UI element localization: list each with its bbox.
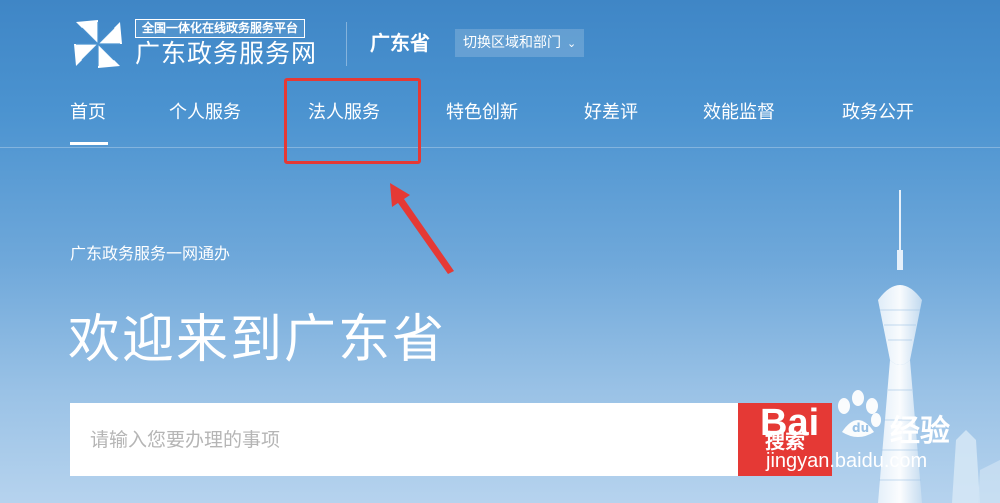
baidu-jingyan-watermark: Bai du 经验 jingyan.baidu.com [760, 388, 992, 484]
nav-item-home[interactable]: 首页 [70, 100, 106, 126]
nav-item-featured-innovation[interactable]: 特色创新 [446, 100, 518, 126]
current-province: 广东省 [370, 31, 430, 55]
nav-active-indicator [70, 142, 108, 145]
nav-item-personal-service[interactable]: 个人服务 [169, 100, 241, 126]
nav-item-government-affairs-open[interactable]: 政务公开 [842, 100, 914, 126]
site-name[interactable]: 广东政务服务网 [135, 38, 317, 70]
nav-divider [0, 147, 1000, 148]
main-nav: 首页 个人服务 法人服务 特色创新 好差评 效能监督 政务公开 [0, 90, 1000, 148]
hero-welcome-title: 欢迎来到广东省 [68, 310, 447, 370]
hero-subtitle: 广东政务服务一网通办 [70, 244, 231, 263]
svg-text:du: du [852, 421, 869, 435]
switch-region-button[interactable]: 切换区域和部门 ⌄ [455, 29, 585, 57]
search-input[interactable] [70, 403, 738, 476]
watermark-brand-left: Bai [760, 402, 820, 444]
watermark-brand-right: 经验 [890, 414, 950, 449]
annotation-arrow-icon [390, 183, 454, 274]
pinwheel-logo-icon [74, 20, 122, 68]
nav-item-efficiency-supervision[interactable]: 效能监督 [703, 100, 775, 126]
watermark-url: jingyan.baidu.com [766, 450, 928, 472]
baidu-paw-icon: du [838, 390, 881, 437]
switch-region-label: 切换区域和部门 [463, 35, 561, 51]
platform-badge: 全国一体化在线政务服务平台 [135, 19, 306, 38]
annotation-highlight-box [284, 78, 421, 164]
header-divider [346, 22, 347, 66]
chevron-down-icon: ⌄ [567, 37, 577, 50]
nav-item-good-bad-review[interactable]: 好差评 [584, 100, 638, 126]
